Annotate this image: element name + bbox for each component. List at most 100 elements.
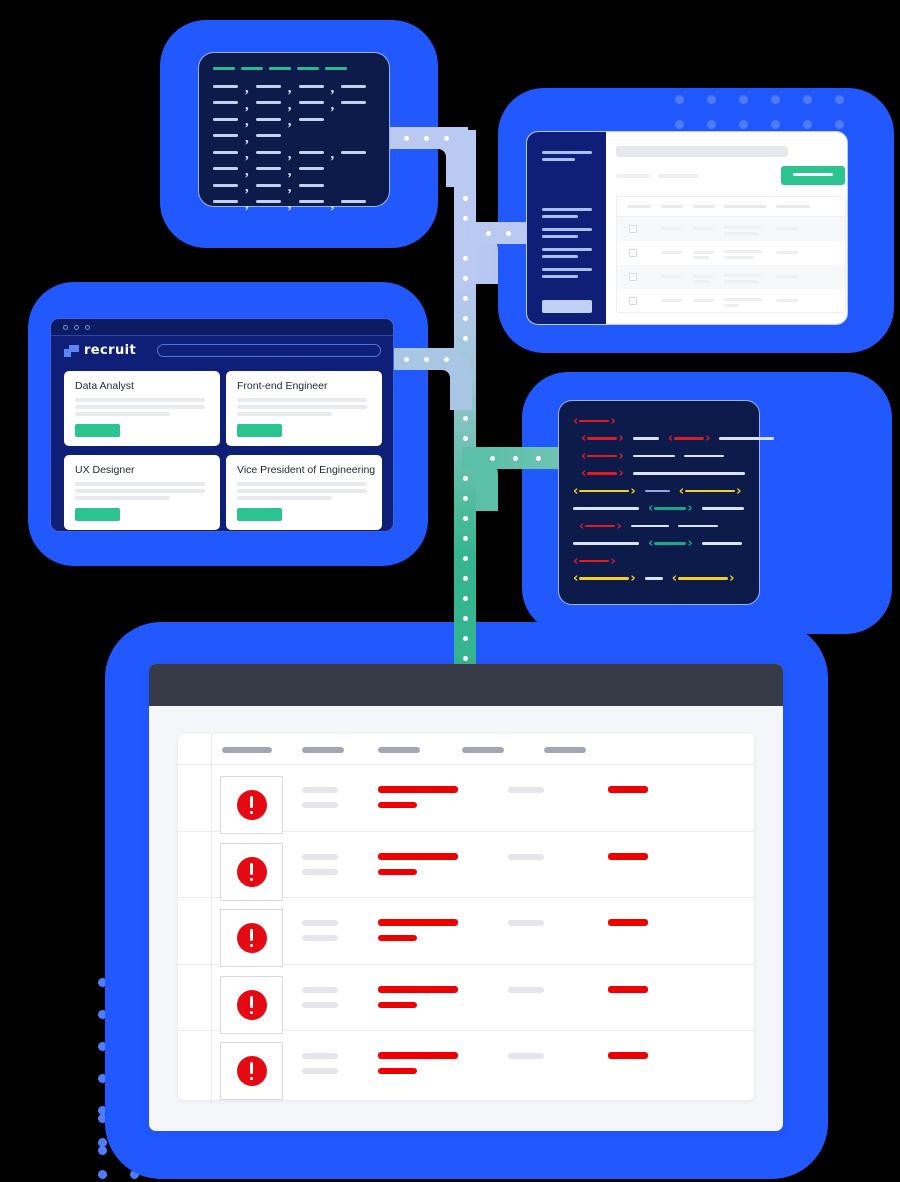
row-cell-red — [378, 852, 458, 860]
sidebar-footer-chip[interactable] — [542, 300, 592, 313]
csv-data-cell — [298, 84, 324, 88]
table-row[interactable] — [178, 1031, 754, 1100]
sidebar-nav-item-2[interactable] — [542, 228, 592, 231]
csv-data-cell — [298, 167, 324, 170]
job-card-action-button[interactable] — [237, 424, 282, 437]
code-line: ‹ › — [573, 415, 616, 428]
sidebar-brand-line-1 — [542, 151, 592, 154]
csv-data-cell — [255, 150, 281, 154]
tag-close-bracket-icon: › — [618, 448, 624, 464]
dashboard-table-row[interactable] — [617, 241, 845, 265]
page-title-placeholder — [616, 146, 788, 157]
row-cell — [724, 232, 758, 235]
code-text-token — [632, 437, 659, 440]
code-text-token — [644, 577, 663, 580]
row-checkbox[interactable] — [629, 297, 637, 305]
browser-chrome — [51, 319, 393, 336]
job-card[interactable]: UX Designer — [64, 455, 220, 530]
job-card[interactable]: Vice President of Engineering — [226, 455, 382, 530]
csv-data-row: ,,, — [213, 147, 367, 162]
table-row[interactable] — [178, 898, 754, 967]
csv-separator: , — [287, 179, 292, 195]
csv-data-cell — [255, 101, 281, 104]
tag-open-bracket-icon: ‹ — [667, 431, 674, 446]
job-card-action-button[interactable] — [75, 508, 120, 521]
tag-open-bracket-icon: ‹ — [579, 518, 585, 534]
dashboard-table-row[interactable] — [617, 217, 845, 241]
table-row[interactable] — [178, 965, 754, 1034]
code-tag-token: ‹ › — [573, 555, 616, 568]
recruit-logo[interactable]: recruit — [64, 343, 136, 358]
table-row[interactable] — [178, 832, 754, 901]
sidebar-nav-item-1b — [542, 215, 578, 218]
row-status-cell — [220, 1042, 283, 1100]
dashboard-table-row[interactable] — [617, 265, 845, 289]
row-cell — [693, 275, 714, 278]
job-card-action-button[interactable] — [237, 508, 282, 521]
job-card-action-button[interactable] — [75, 424, 120, 437]
window-dot-2[interactable] — [74, 325, 79, 330]
search-input[interactable] — [157, 344, 381, 357]
tag-open-bracket-icon: ‹ — [671, 571, 678, 586]
job-card-title: UX Designer — [75, 464, 135, 476]
alert-exclamation-icon — [236, 790, 267, 820]
tag-close-bracket-icon: › — [618, 466, 624, 481]
dashboard-table-row[interactable] — [617, 289, 845, 312]
code-text-token — [632, 454, 675, 458]
sidebar-nav-item-1[interactable] — [542, 208, 592, 211]
row-cell — [661, 299, 682, 302]
row-checkbox[interactable] — [629, 249, 637, 257]
window-dot-3[interactable] — [85, 325, 90, 330]
row-status-cell — [220, 776, 283, 834]
job-card[interactable]: Data Analyst — [64, 371, 220, 446]
csv-source-window: ,,,,,,,,,,,,,,,,,,, — [198, 52, 390, 212]
row-cell-grey — [302, 853, 338, 860]
filter-placeholder-1[interactable] — [616, 174, 651, 178]
row-cell — [693, 251, 714, 254]
tag-body — [685, 489, 736, 493]
csv-separator: , — [245, 195, 249, 212]
row-cell — [776, 275, 798, 278]
row-cell-grey — [302, 935, 338, 941]
table-row[interactable] — [178, 765, 754, 834]
filter-placeholder-2[interactable] — [658, 174, 698, 178]
row-checkbox[interactable] — [629, 225, 637, 233]
code-text-token — [573, 542, 639, 545]
job-card-desc-line — [237, 482, 367, 486]
row-cell-grey — [302, 802, 338, 808]
row-cell-grey — [302, 1068, 338, 1074]
code-line: ‹ › — [573, 555, 616, 568]
code-text-token — [701, 542, 742, 545]
results-table-header — [178, 734, 754, 765]
job-card-title: Data Analyst — [75, 380, 134, 392]
sidebar-nav-item-3[interactable] — [542, 248, 592, 251]
csv-separator: , — [287, 195, 292, 212]
tag-close-bracket-icon: › — [630, 483, 636, 499]
csv-data-cell — [298, 150, 324, 154]
csv-separator: , — [287, 113, 292, 129]
csv-data-cell — [298, 117, 324, 121]
row-cell-red — [378, 1001, 417, 1008]
primary-action-button[interactable] — [781, 166, 845, 185]
row-cell-red — [608, 985, 648, 993]
sidebar-nav-item-4[interactable] — [542, 268, 592, 271]
pipe-dot — [536, 455, 541, 461]
job-card-desc-line — [237, 489, 367, 493]
csv-separator: , — [330, 96, 335, 113]
tag-close-bracket-icon: › — [630, 571, 636, 586]
csv-data-row: ,,, — [213, 96, 367, 113]
row-cell — [724, 280, 758, 283]
csv-separator: , — [330, 195, 335, 212]
row-checkbox[interactable] — [629, 273, 637, 281]
results-table-header-cell — [544, 747, 586, 753]
code-tag-token: ‹ › — [667, 431, 711, 446]
tag-open-bracket-icon: ‹ — [581, 466, 587, 481]
tag-body — [579, 419, 610, 423]
csv-data-cell — [213, 84, 238, 88]
row-cell-red — [378, 786, 458, 793]
tag-close-bracket-icon: › — [618, 431, 624, 446]
row-cell — [724, 304, 739, 307]
tag-open-bracket-icon: ‹ — [648, 536, 654, 551]
window-dot-1[interactable] — [63, 325, 68, 330]
job-card[interactable]: Front-end Engineer — [226, 371, 382, 446]
